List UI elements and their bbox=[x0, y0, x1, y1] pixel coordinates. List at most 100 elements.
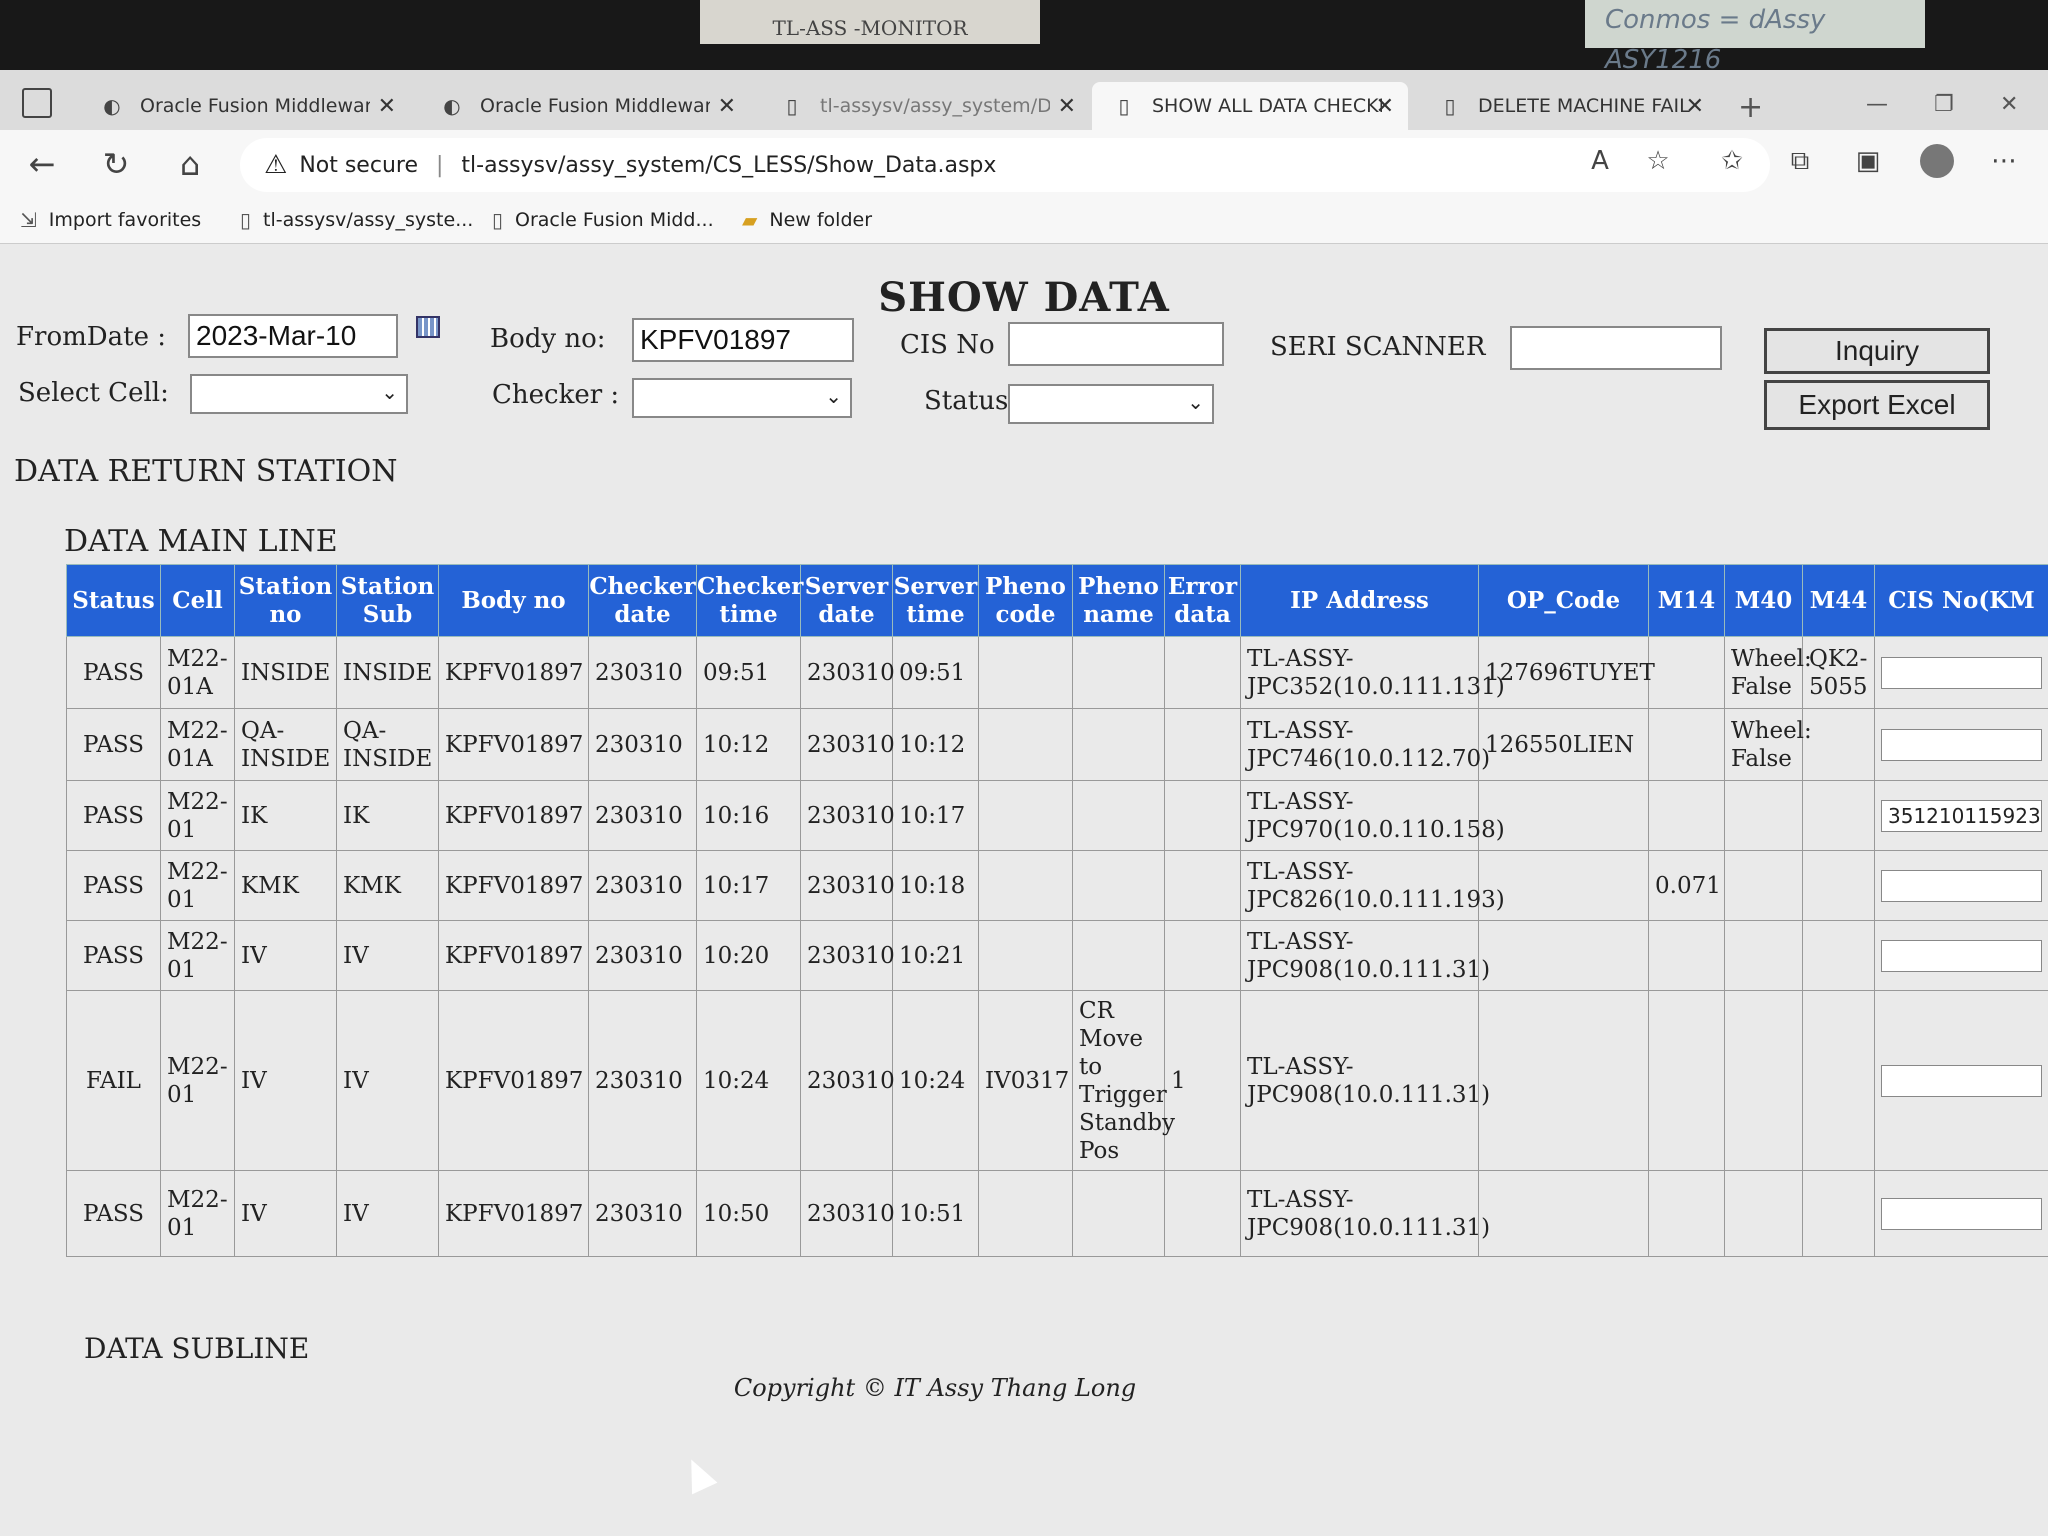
add-favorite-icon[interactable]: ☆ bbox=[1640, 146, 1676, 176]
table-cell bbox=[978, 636, 1073, 709]
seri-scanner-input[interactable] bbox=[1510, 326, 1722, 370]
tab-delete-machine[interactable]: ▯ DELETE MACHINE FAIL ✕ bbox=[1418, 82, 1718, 130]
table-cell bbox=[1802, 1170, 1875, 1257]
page-icon: ▯ bbox=[240, 208, 252, 232]
column-header: Pheno code bbox=[978, 564, 1073, 637]
close-icon[interactable]: ✕ bbox=[1376, 94, 1394, 119]
cis-no-label: CIS No bbox=[900, 330, 995, 360]
profile-avatar[interactable] bbox=[1920, 144, 1954, 178]
table-cell bbox=[1478, 990, 1649, 1171]
body-no-label: Body no: bbox=[490, 324, 606, 354]
cis-no-input[interactable] bbox=[1008, 322, 1224, 366]
table-cell: M22-01 bbox=[160, 780, 235, 851]
cis-no-cell-input[interactable] bbox=[1881, 728, 2042, 761]
table-cell: 10:20 bbox=[696, 920, 801, 991]
calendar-icon[interactable] bbox=[416, 316, 440, 338]
oracle-icon: ◐ bbox=[443, 94, 461, 118]
table-cell: KPFV01897 bbox=[438, 990, 589, 1171]
table-cell: TL-ASSY-JPC746(10.0.112.70) bbox=[1240, 708, 1490, 781]
select-cell-dropdown[interactable]: ⌄ bbox=[190, 374, 408, 414]
cis-no-cell-input[interactable] bbox=[1881, 869, 2042, 902]
checker-dropdown[interactable]: ⌄ bbox=[632, 378, 852, 418]
table-row[interactable]: PASS M22-01A INSIDE INSIDE KPFV01897 230310 09… bbox=[66, 636, 2048, 709]
table-cell bbox=[1802, 850, 1875, 921]
edge-bar-icon[interactable]: ▣ bbox=[1850, 146, 1886, 176]
address-bar[interactable]: ⚠ Not secure | tl-assysv/assy_system/CS_… bbox=[240, 138, 1770, 192]
inquiry-button[interactable]: Inquiry bbox=[1764, 328, 1990, 374]
table-cell: IK bbox=[336, 780, 439, 851]
table-cell: 230310 bbox=[588, 990, 697, 1171]
tab-oracle-2[interactable]: ◐ Oracle Fusion Middleware ✕ bbox=[420, 82, 750, 130]
table-cell: KMK bbox=[234, 850, 337, 921]
folder-icon: ▰ bbox=[742, 208, 758, 232]
table-cell: 126550LIEN bbox=[1478, 708, 1649, 781]
tab-show-all-data[interactable]: ▯ SHOW ALL DATA CHECKER ✕ bbox=[1092, 82, 1408, 130]
tab-actions-icon[interactable] bbox=[22, 88, 52, 118]
close-icon[interactable]: ✕ bbox=[1058, 94, 1076, 119]
table-row[interactable]: PASS M22-01 IK IK KPFV01897 230310 10:16 230310… bbox=[66, 780, 2048, 851]
cis-no-cell-input[interactable] bbox=[1881, 939, 2042, 972]
url-text[interactable]: tl-assysv/assy_system/CS_LESS/Show_Data.… bbox=[461, 153, 996, 178]
page-icon: ▯ bbox=[1444, 94, 1456, 118]
table-cell: 10:50 bbox=[696, 1170, 801, 1257]
back-icon[interactable]: ← bbox=[22, 144, 62, 184]
column-header: Status bbox=[66, 564, 161, 637]
close-icon[interactable]: ✕ bbox=[718, 94, 736, 119]
warning-icon: ⚠ bbox=[264, 150, 288, 180]
restore-icon[interactable]: ❐ bbox=[1934, 92, 1954, 117]
column-header: Station Sub bbox=[336, 564, 439, 637]
cis-no-cell-input[interactable] bbox=[1881, 656, 2042, 689]
security-label[interactable]: Not secure bbox=[299, 153, 418, 178]
table-cell: IV bbox=[336, 990, 439, 1171]
minimize-icon[interactable]: — bbox=[1866, 92, 1888, 117]
fav-oracle[interactable]: ▯ Oracle Fusion Midd... bbox=[492, 208, 714, 232]
column-header: Server date bbox=[800, 564, 893, 637]
fav-import[interactable]: ⇲ Import favorites bbox=[20, 208, 201, 232]
fav-new-folder[interactable]: ▰ New folder bbox=[742, 208, 872, 232]
table-cell: IK bbox=[234, 780, 337, 851]
page-content: SHOW DATA FromDate : 2023-Mar-10 Body no… bbox=[0, 244, 2048, 1536]
table-cell: TL-ASSY-JPC908(10.0.111.31) bbox=[1240, 990, 1490, 1171]
table-cell bbox=[1072, 636, 1165, 709]
table-cell: 230310 bbox=[588, 920, 697, 991]
cis-no-cell-input[interactable]: 351210115923 bbox=[1881, 799, 2042, 832]
table-cell bbox=[1802, 780, 1875, 851]
table-cell: KPFV01897 bbox=[438, 636, 589, 709]
more-icon[interactable]: ⋯ bbox=[1986, 146, 2022, 176]
collections-icon[interactable]: ⧉ bbox=[1782, 146, 1818, 177]
table-cell: 230310 bbox=[588, 780, 697, 851]
fav-assy-system[interactable]: ▯ tl-assysv/assy_syste... bbox=[240, 208, 473, 232]
table-cell bbox=[1874, 920, 2048, 991]
column-header: Body no bbox=[438, 564, 589, 637]
new-tab-icon[interactable]: + bbox=[1738, 90, 1763, 125]
table-row[interactable]: PASS M22-01 KMK KMK KPFV01897 230310 10:17 2303… bbox=[66, 850, 2048, 921]
table-cell bbox=[1164, 636, 1241, 709]
table-row[interactable]: PASS M22-01A QA-INSIDE QA-INSIDE KPFV01897 23… bbox=[66, 708, 2048, 781]
table-row[interactable]: PASS M22-01 IV IV KPFV01897 230310 10:50 230310… bbox=[66, 1170, 2048, 1257]
table-cell: PASS bbox=[66, 780, 161, 851]
export-excel-button[interactable]: Export Excel bbox=[1764, 380, 1990, 430]
tab-defa[interactable]: ▯ tl-assysv/assy_system/Defa ✕ bbox=[760, 82, 1090, 130]
fav-label: New folder bbox=[769, 209, 873, 231]
close-window-icon[interactable]: ✕ bbox=[2000, 92, 2018, 117]
refresh-icon[interactable]: ↻ bbox=[96, 144, 136, 184]
table-row[interactable]: FAIL M22-01 IV IV KPFV01897 230310 10:24 230310… bbox=[66, 990, 2048, 1171]
read-aloud-icon[interactable]: A bbox=[1582, 146, 1618, 176]
tab-oracle-1[interactable]: ◐ Oracle Fusion Middleware ✕ bbox=[80, 82, 410, 130]
cis-no-cell-input[interactable] bbox=[1881, 1064, 2042, 1097]
from-date-input[interactable]: 2023-Mar-10 bbox=[188, 314, 398, 358]
status-dropdown[interactable]: ⌄ bbox=[1008, 384, 1214, 424]
table-cell: FAIL bbox=[66, 990, 161, 1171]
cis-no-cell-input[interactable] bbox=[1881, 1197, 2042, 1230]
table-row[interactable]: PASS M22-01 IV IV KPFV01897 230310 10:20 230310… bbox=[66, 920, 2048, 991]
close-icon[interactable]: ✕ bbox=[378, 94, 396, 119]
close-icon[interactable]: ✕ bbox=[1686, 94, 1704, 119]
home-icon[interactable]: ⌂ bbox=[170, 144, 210, 184]
copyright-text: Copyright © IT Assy Thang Long bbox=[733, 1374, 1137, 1402]
table-cell bbox=[978, 920, 1073, 991]
column-header: M44 bbox=[1802, 564, 1875, 637]
table-cell: TL-ASSY-JPC970(10.0.110.158) bbox=[1240, 780, 1505, 851]
table-cell bbox=[1648, 636, 1725, 709]
favorites-icon[interactable]: ✩ bbox=[1714, 146, 1750, 176]
body-no-input[interactable]: KPFV01897 bbox=[632, 318, 854, 362]
